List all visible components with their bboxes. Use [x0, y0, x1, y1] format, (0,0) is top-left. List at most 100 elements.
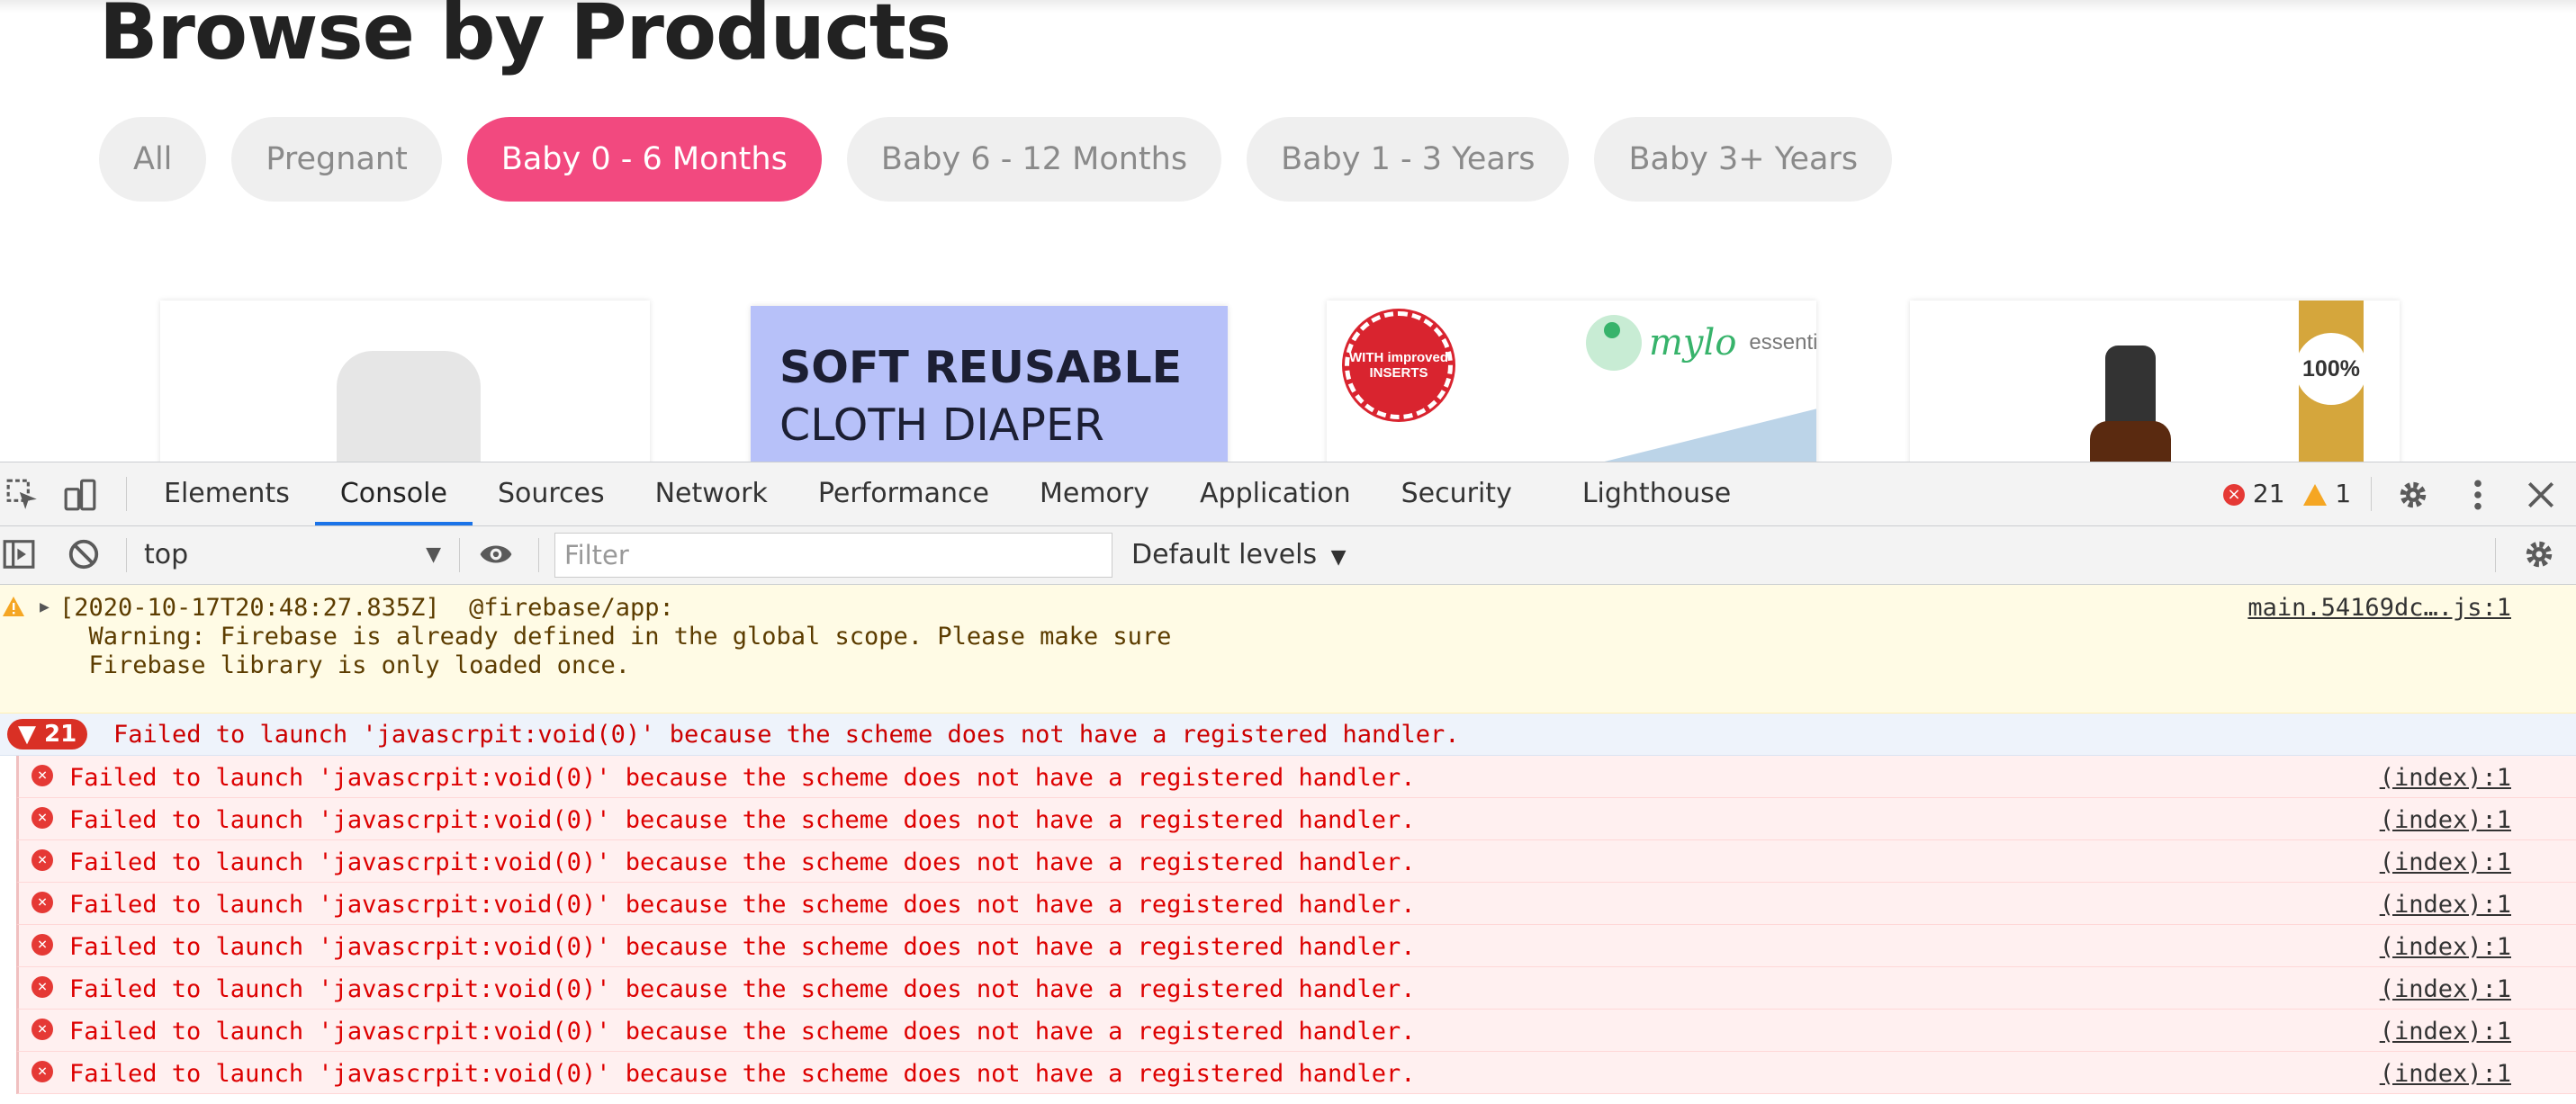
- warning-icon: [3, 597, 24, 616]
- tab-lighthouse[interactable]: Lighthouse: [1537, 462, 1756, 525]
- settings-gear-icon[interactable]: [2396, 478, 2430, 512]
- devtools-tabs: Elements Console Sources Network Perform…: [139, 462, 1756, 525]
- live-expression-eye-icon[interactable]: [479, 537, 513, 571]
- console-error-row[interactable]: × Failed to launch 'javascrpit:void(0)' …: [16, 840, 2576, 883]
- brand-name: mylo: [1649, 322, 1737, 364]
- page-title: Browse by Products: [99, 0, 951, 77]
- console-error-row[interactable]: × Failed to launch 'javascrpit:void(0)' …: [16, 1010, 2576, 1052]
- warning-text: Warning: Firebase is already defined in …: [59, 623, 1172, 651]
- source-link[interactable]: (index):1: [2380, 933, 2511, 961]
- brand-logo: mylo essentials: [1586, 315, 1816, 371]
- close-devtools-icon[interactable]: [2524, 478, 2558, 512]
- error-message: Failed to launch 'javascrpit:void(0)' be…: [69, 933, 1416, 961]
- show-sidebar-icon[interactable]: [2, 537, 36, 571]
- warning-text: [2020-10-17T20:48:27.835Z] @firebase/app…: [59, 594, 674, 622]
- console-error-group[interactable]: ▼ 21 Failed to launch 'javascrpit:void(0…: [0, 714, 2576, 756]
- console-error-row[interactable]: × Failed to launch 'javascrpit:void(0)' …: [16, 756, 2576, 798]
- product-card[interactable]: SOFT REUSABLE CLOTH DIAPER: [751, 306, 1228, 462]
- warning-text: Firebase library is only loaded once.: [59, 651, 630, 679]
- chip-pregnant[interactable]: Pregnant: [231, 117, 442, 202]
- product-card[interactable]: 100%: [1910, 301, 2400, 462]
- log-levels-dropdown[interactable]: Default levels ▼: [1131, 535, 1347, 578]
- error-icon: ×: [32, 1019, 53, 1040]
- source-link[interactable]: (index):1: [2380, 806, 2511, 834]
- error-message: Failed to launch 'javascrpit:void(0)' be…: [69, 891, 1416, 919]
- error-group-message: Failed to launch 'javascrpit:void(0)' be…: [113, 721, 1460, 749]
- error-message: Failed to launch 'javascrpit:void(0)' be…: [69, 806, 1416, 834]
- error-icon: ×: [32, 849, 53, 871]
- error-icon: ×: [32, 807, 53, 829]
- console-warning-row[interactable]: ▶ [2020-10-17T20:48:27.835Z] @firebase/a…: [0, 585, 2576, 714]
- tab-network[interactable]: Network: [630, 462, 793, 525]
- source-link[interactable]: (index):1: [2380, 1018, 2511, 1046]
- console-error-row[interactable]: × Failed to launch 'javascrpit:void(0)' …: [16, 883, 2576, 925]
- error-icon: ×: [32, 765, 53, 786]
- error-message: Failed to launch 'javascrpit:void(0)' be…: [69, 975, 1416, 1003]
- issue-counts[interactable]: × 21 1: [2223, 462, 2351, 525]
- tab-console[interactable]: Console: [314, 462, 473, 525]
- inspect-element-icon[interactable]: [5, 478, 40, 512]
- context-selector[interactable]: top ▼: [144, 535, 441, 575]
- product-image-text: CLOTH DIAPER: [779, 399, 1104, 451]
- console-messages: ▶ [2020-10-17T20:48:27.835Z] @firebase/a…: [0, 585, 2576, 1094]
- tab-performance[interactable]: Performance: [793, 462, 1014, 525]
- error-message: Failed to launch 'javascrpit:void(0)' be…: [69, 1060, 1416, 1088]
- source-link[interactable]: main.54169dc….js:1: [2247, 594, 2511, 622]
- tab-elements[interactable]: Elements: [139, 462, 315, 525]
- filter-input[interactable]: [554, 533, 1112, 578]
- devtools-panel: Elements Console Sources Network Perform…: [0, 462, 2576, 1104]
- product-card[interactable]: [160, 301, 650, 462]
- error-icon: ×: [32, 1061, 53, 1082]
- console-error-row[interactable]: × Failed to launch 'javascrpit:void(0)' …: [16, 1052, 2576, 1094]
- devtools-tabbar: Elements Console Sources Network Perform…: [0, 462, 2576, 526]
- error-count: 21: [2252, 479, 2285, 508]
- tab-sources[interactable]: Sources: [473, 462, 630, 525]
- product-card[interactable]: WITH improved INSERTS mylo essentials: [1327, 301, 1816, 462]
- error-icon: ×: [32, 976, 53, 998]
- log-levels-label: Default levels: [1131, 539, 1318, 570]
- product-image-pack: [1597, 407, 1816, 462]
- clear-console-icon[interactable]: [67, 537, 101, 571]
- expand-triangle-icon[interactable]: ▶: [40, 597, 50, 616]
- console-error-row[interactable]: × Failed to launch 'javascrpit:void(0)' …: [16, 967, 2576, 1010]
- console-error-row[interactable]: × Failed to launch 'javascrpit:void(0)' …: [16, 925, 2576, 967]
- chip-baby-0-6-months[interactable]: Baby 0 - 6 Months: [466, 117, 822, 202]
- percent-badge: 100%: [2295, 333, 2367, 405]
- source-link[interactable]: (index):1: [2380, 891, 2511, 919]
- context-value: top: [144, 539, 189, 570]
- brand-suffix: essentials: [1749, 330, 1816, 355]
- category-chips: All Pregnant Baby 0 - 6 Months Baby 6 - …: [99, 117, 1893, 202]
- error-icon: ×: [2223, 484, 2245, 506]
- warning-count: 1: [2335, 479, 2352, 508]
- dropdown-caret-icon: ▼: [426, 543, 441, 566]
- error-message: Failed to launch 'javascrpit:void(0)' be…: [69, 848, 1416, 876]
- console-error-row[interactable]: × Failed to launch 'javascrpit:void(0)' …: [16, 798, 2576, 840]
- console-toolbar: top ▼ Default levels ▼: [0, 526, 2576, 585]
- chip-baby-3-plus-years[interactable]: Baby 3+ Years: [1594, 117, 1893, 202]
- tab-application[interactable]: Application: [1175, 462, 1376, 525]
- error-message: Failed to launch 'javascrpit:void(0)' be…: [69, 1018, 1416, 1046]
- gold-stripe: 100%: [2295, 301, 2367, 462]
- chip-all[interactable]: All: [99, 117, 207, 202]
- source-link[interactable]: (index):1: [2380, 764, 2511, 792]
- more-options-icon[interactable]: [2461, 478, 2495, 512]
- warning-icon: [2303, 484, 2328, 506]
- chip-baby-6-12-months[interactable]: Baby 6 - 12 Months: [846, 117, 1222, 202]
- error-icon: ×: [32, 892, 53, 913]
- chip-baby-1-3-years[interactable]: Baby 1 - 3 Years: [1247, 117, 1570, 202]
- error-group-count: 21: [44, 721, 77, 748]
- tab-memory[interactable]: Memory: [1014, 462, 1175, 525]
- error-icon: ×: [32, 934, 53, 956]
- product-image-text: SOFT REUSABLE: [779, 342, 1183, 393]
- tab-security[interactable]: Security: [1376, 462, 1537, 525]
- console-settings-gear-icon[interactable]: [2522, 537, 2556, 571]
- dropdown-caret-icon: ▼: [1330, 546, 1347, 569]
- source-link[interactable]: (index):1: [2380, 1060, 2511, 1088]
- web-page: Browse by Products All Pregnant Baby 0 -…: [0, 0, 2576, 462]
- source-link[interactable]: (index):1: [2380, 975, 2511, 1003]
- product-image-bottle: [337, 351, 481, 462]
- mylo-logo-icon: [1586, 315, 1642, 371]
- source-link[interactable]: (index):1: [2380, 848, 2511, 876]
- error-message: Failed to launch 'javascrpit:void(0)' be…: [69, 764, 1416, 792]
- device-toolbar-icon[interactable]: [63, 478, 97, 512]
